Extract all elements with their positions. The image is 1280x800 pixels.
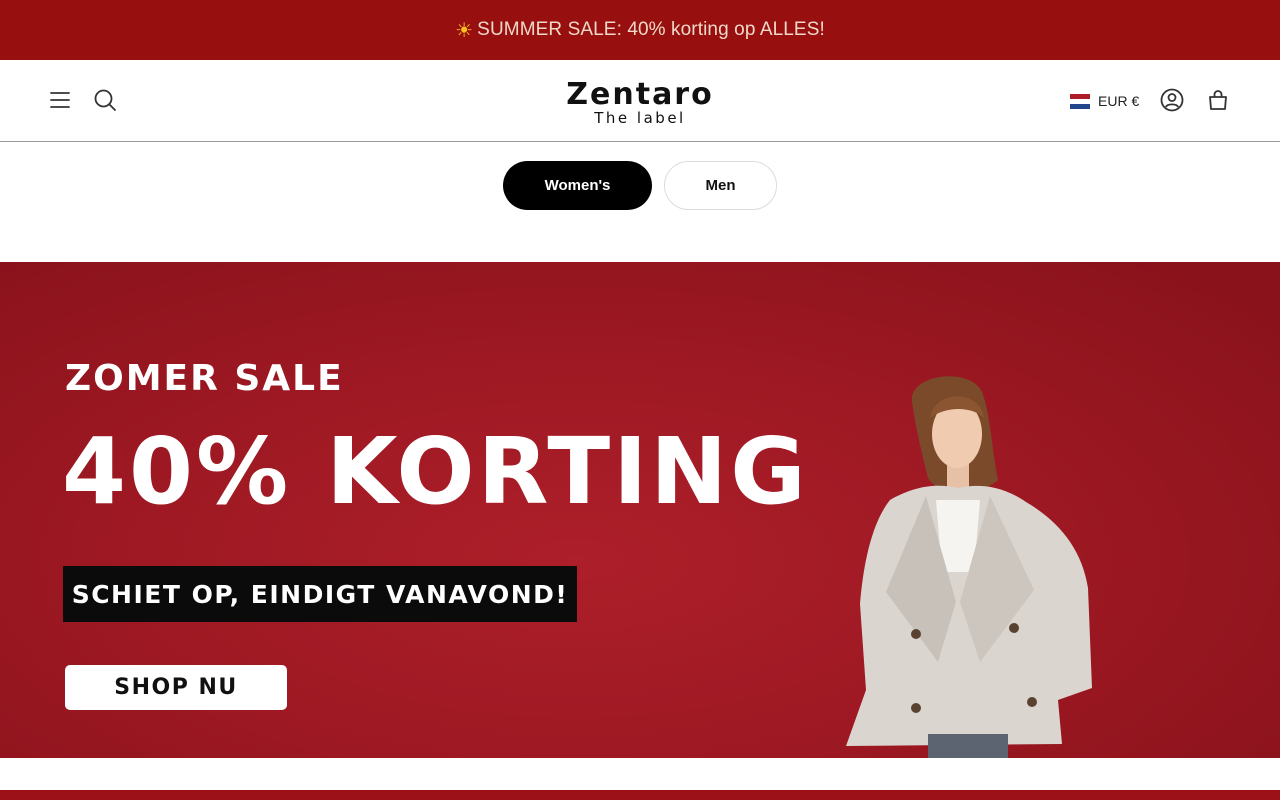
hero-banner[interactable]: ZOMER SALE 40% KORTING SCHIET OP, EINDIG… [0, 262, 1280, 758]
mens-tab[interactable]: Men [664, 161, 777, 210]
hero-kicker: ZOMER SALE [65, 358, 344, 399]
hero-title: 40% KORTING [62, 418, 809, 525]
account-icon[interactable] [1156, 84, 1188, 116]
shop-now-button[interactable]: SHOP NU [65, 665, 287, 710]
site-header: Zentaro The label EUR € [0, 60, 1280, 142]
logo-sub-text: The label [594, 109, 686, 127]
model-image [846, 376, 1092, 758]
announcement-text: SUMMER SALE: 40% korting op ALLES! [477, 19, 825, 40]
search-icon[interactable] [89, 84, 121, 116]
hero-urgency-strip: SCHIET OP, EINDIGT VANAVOND! [63, 566, 577, 622]
sun-icon: ☀ [455, 19, 474, 42]
logo-main-text: Zentaro [566, 77, 714, 112]
menu-icon[interactable] [44, 84, 76, 116]
cart-icon[interactable] [1202, 84, 1234, 116]
netherlands-flag-icon [1070, 93, 1090, 109]
site-logo[interactable]: Zentaro The label [540, 80, 740, 126]
announcement-bar: ☀ SUMMER SALE: 40% korting op ALLES! [0, 0, 1280, 60]
womens-tab[interactable]: Women's [503, 161, 652, 210]
currency-label: EUR € [1098, 93, 1140, 109]
currency-selector[interactable]: EUR € [1070, 90, 1139, 112]
next-section-edge [0, 790, 1280, 800]
